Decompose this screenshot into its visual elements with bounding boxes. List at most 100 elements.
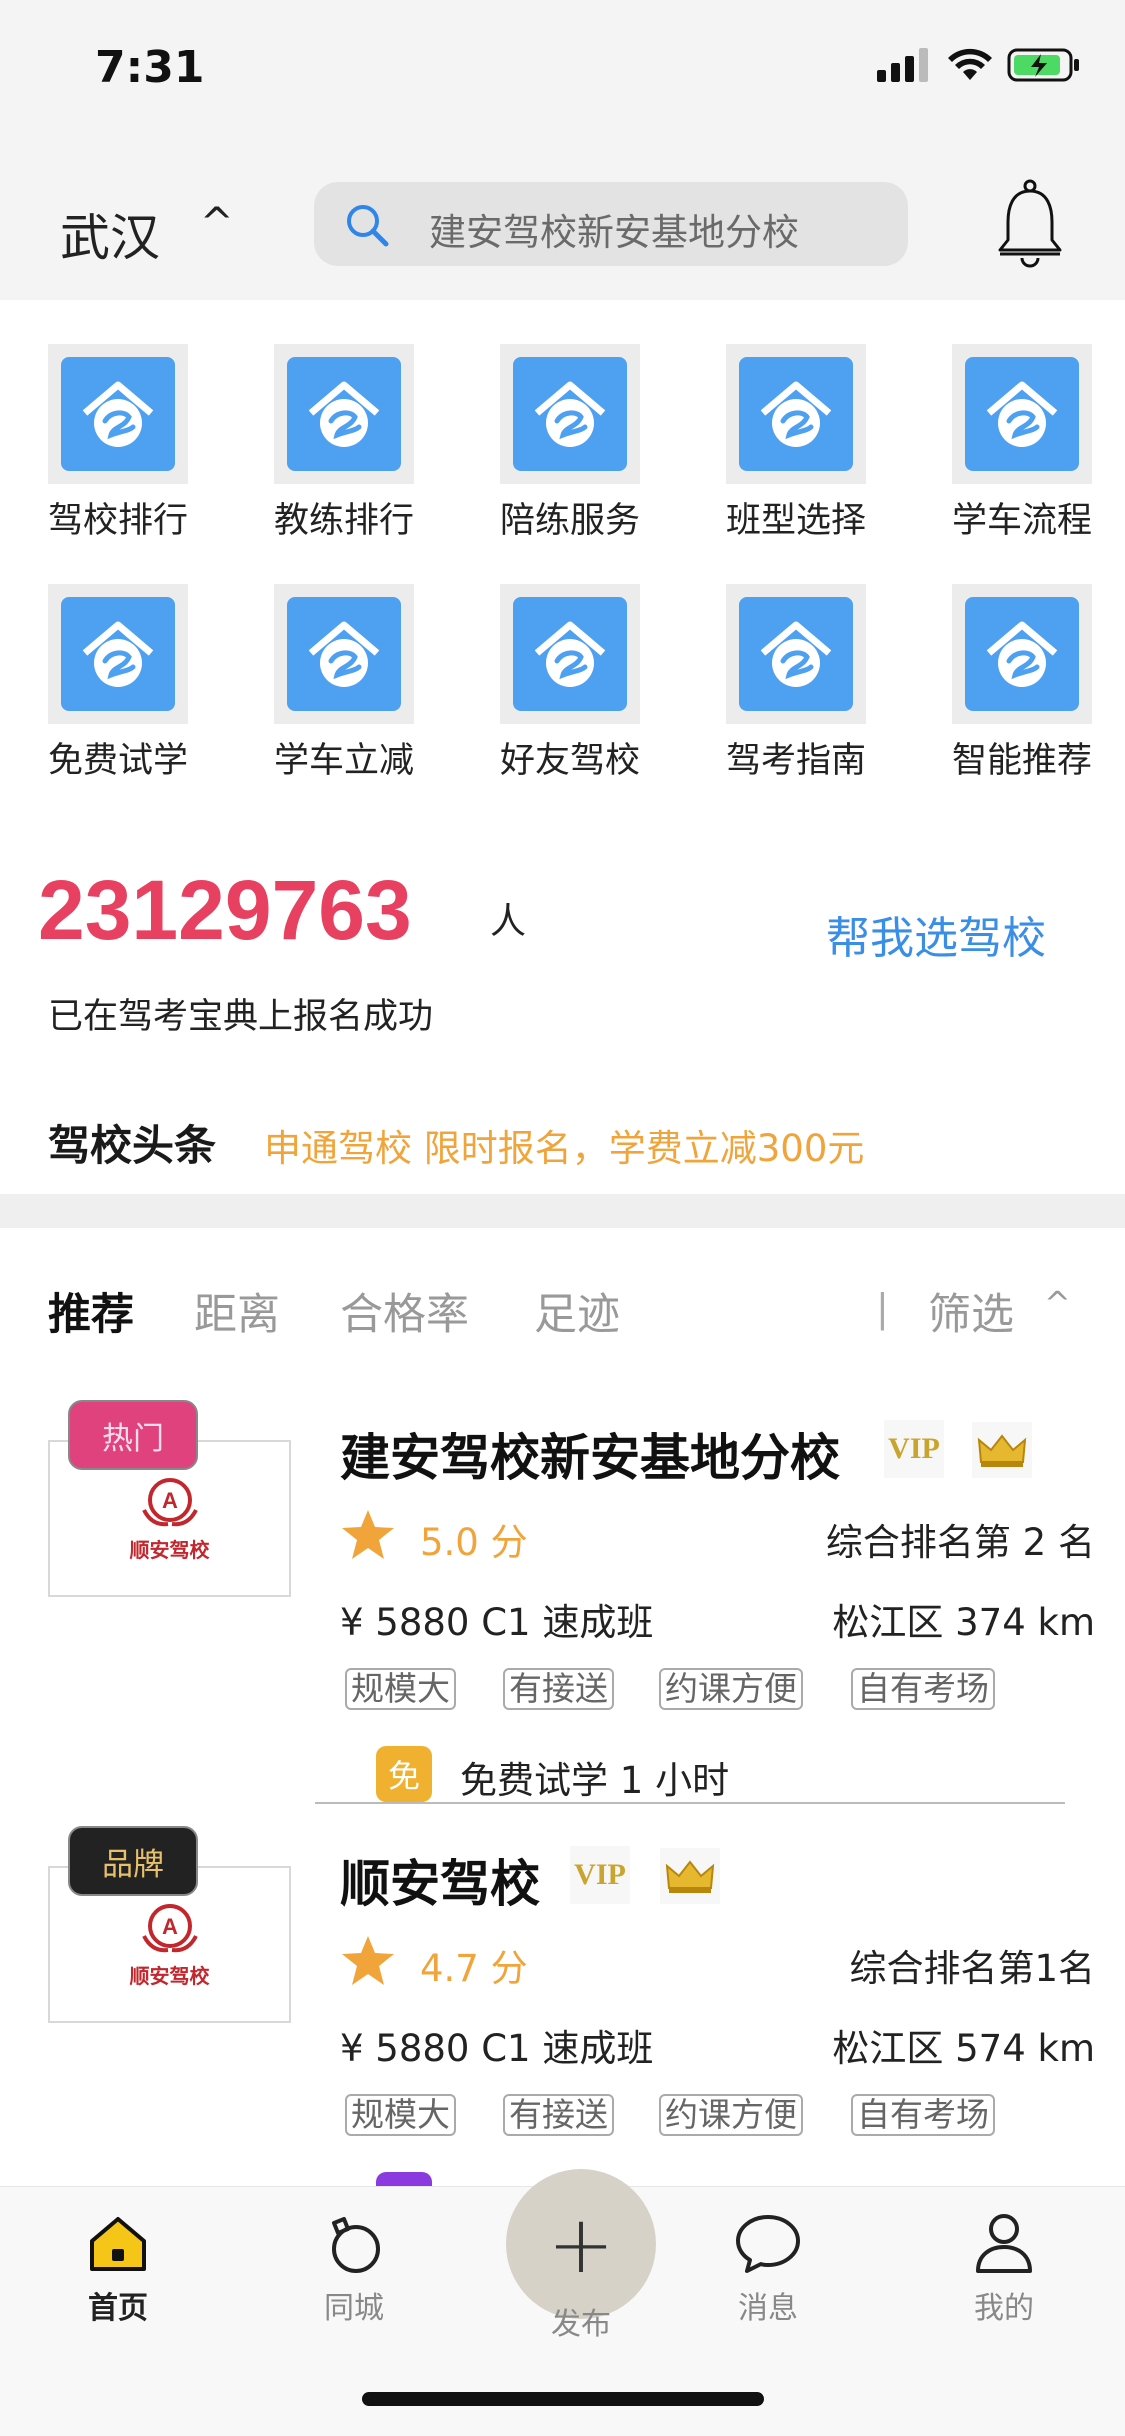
school-rating: 4.7 分 [420,1947,528,1990]
publish-label: 发布 [551,2307,611,2342]
house-icon [952,584,1092,724]
grid-item-discount[interactable]: 学车立减 [244,584,444,783]
house-icon [500,344,640,484]
school-rank: 综合排名第 2 名 [825,1521,1095,1564]
tag: 约课方便 [659,1668,803,1710]
house-icon [726,344,866,484]
school-rank: 综合排名第1名 [849,1947,1095,1990]
grid-item-label: 学车流程 [951,501,1092,541]
tabbar-label: 消息 [738,2291,798,2326]
brand-badge: 品牌 [68,1826,198,1896]
tabbar-label: 同城 [324,2291,384,2326]
search-input[interactable]: 建安驾校新安基地分校 [314,182,908,266]
grid-item-label: 驾校排行 [47,501,188,541]
signup-subtitle: 已在驾考宝典上报名成功 [48,997,434,1037]
user-icon [976,2214,1032,2273]
tab-distance[interactable]: 距离 [194,1280,280,1342]
grid-item-label: 班型选择 [725,501,866,541]
filter-button[interactable]: 筛选 [928,1280,1014,1342]
grid-item-label: 教练排行 [273,501,414,541]
promo-text: 免费试学 1 小时 [460,1759,730,1802]
hot-badge: 热门 [68,1400,198,1470]
house-icon [952,344,1092,484]
grid-item-exam-guide[interactable]: 驾考指南 [696,584,896,783]
tab-history[interactable]: 足迹 [534,1280,620,1342]
tabbar-messages[interactable]: 消息 [708,2211,828,2327]
star-icon [342,1510,394,1559]
svg-text:A: A [162,1488,178,1513]
school-name[interactable]: 建安驾校新安基地分校 [340,1418,840,1490]
city-selector[interactable]: 武汉 [60,198,160,270]
filter-caret-icon[interactable]: ^ [1044,1284,1071,1322]
school-logo-icon: A [141,1904,198,1953]
house-icon [48,584,188,724]
house-icon [274,584,414,724]
grid-item-smart-recommend[interactable]: 智能推荐 [922,584,1122,783]
grid-item-practice-service[interactable]: 陪练服务 [470,344,670,543]
tag: 规模大 [345,2094,456,2136]
status-time: 7:31 [95,42,205,93]
news-title: 驾校头条 [48,1121,217,1170]
tabbar-home[interactable]: 首页 [58,2211,178,2327]
grid-item-class-select[interactable]: 班型选择 [696,344,896,543]
tag: 规模大 [345,1668,456,1710]
grid-item-friend-school[interactable]: 好友驾校 [470,584,670,783]
city-caret-icon[interactable]: ^ [200,200,234,246]
grid-item-label: 驾考指南 [725,741,866,781]
school-rating: 5.0 分 [420,1521,528,1564]
bell-icon[interactable] [994,178,1066,268]
tabbar-city[interactable]: 同城 [294,2211,414,2327]
help-choose-school-link[interactable]: 帮我选驾校 [826,902,1046,966]
grid-item-label: 好友驾校 [499,741,640,781]
news-headline[interactable]: 申通驾校 限时报名，学费立减300元 [264,1118,864,1172]
school-card[interactable]: A 顺安驾校 热门 建安驾校新安基地分校 VIP 5.0 分 综合排名第 2 名… [0,1400,1125,1820]
grid-item-label: 免费试学 [47,741,188,781]
house-icon [726,584,866,724]
tag: 自有考场 [851,2094,995,2136]
free-promo-icon: 免 [376,1746,432,1802]
tag: 约课方便 [659,2094,803,2136]
grid-item-coach-ranking[interactable]: 教练排行 [244,344,444,543]
tag: 有接送 [503,2094,614,2136]
signup-count: 23129763 [38,863,412,957]
tab-pass-rate[interactable]: 合格率 [340,1280,469,1342]
grid-item-label: 智能推荐 [951,741,1092,781]
home-indicator [362,2392,764,2406]
tab-recommend[interactable]: 推荐 [48,1280,134,1342]
ring-icon [332,2217,380,2273]
grid-item-school-ranking[interactable]: 驾校排行 [18,344,218,543]
sort-tabs: 推荐 距离 合格率 足迹 | 筛选 ^ [0,1270,1125,1340]
vip-icon: VIP [884,1420,944,1478]
crown-icon [972,1422,1032,1478]
school-logo-text: 顺安驾校 [129,1538,210,1562]
school-price: ¥ 5880 C1 速成班 [340,2027,654,2070]
crown-icon [660,1848,720,1904]
card-divider [315,1802,1065,1804]
house-icon [48,344,188,484]
battery-icon [1007,48,1079,82]
status-icons [877,48,1081,82]
home-icon [90,2217,146,2271]
grid-item-free-trial[interactable]: 免费试学 [18,584,218,783]
search-icon [347,205,389,247]
top-header: 武汉 ^ 建安驾校新安基地分校 [0,140,1125,300]
chat-bubble-icon [736,2215,800,2273]
school-price: ¥ 5880 C1 速成班 [340,1601,654,1644]
school-name[interactable]: 顺安驾校 [340,1844,540,1916]
publish-button[interactable]: + [506,2169,656,2319]
school-distance: 松江区 574 km [832,2027,1095,2070]
star-icon [342,1936,394,1985]
tag: 自有考场 [851,1668,995,1710]
house-icon [500,584,640,724]
grid-item-label: 陪练服务 [499,501,640,541]
school-distance: 松江区 374 km [832,1601,1095,1644]
signal-icon [877,48,928,82]
vip-icon: VIP [570,1846,630,1904]
grid-item-learning-process[interactable]: 学车流程 [922,344,1122,543]
tag: 有接送 [503,1668,614,1710]
tabbar-mine[interactable]: 我的 [944,2211,1064,2327]
tabbar-label: 我的 [974,2291,1034,2326]
house-icon [274,344,414,484]
school-logo-icon: A [141,1478,198,1527]
tabbar-label: 首页 [88,2291,148,2326]
